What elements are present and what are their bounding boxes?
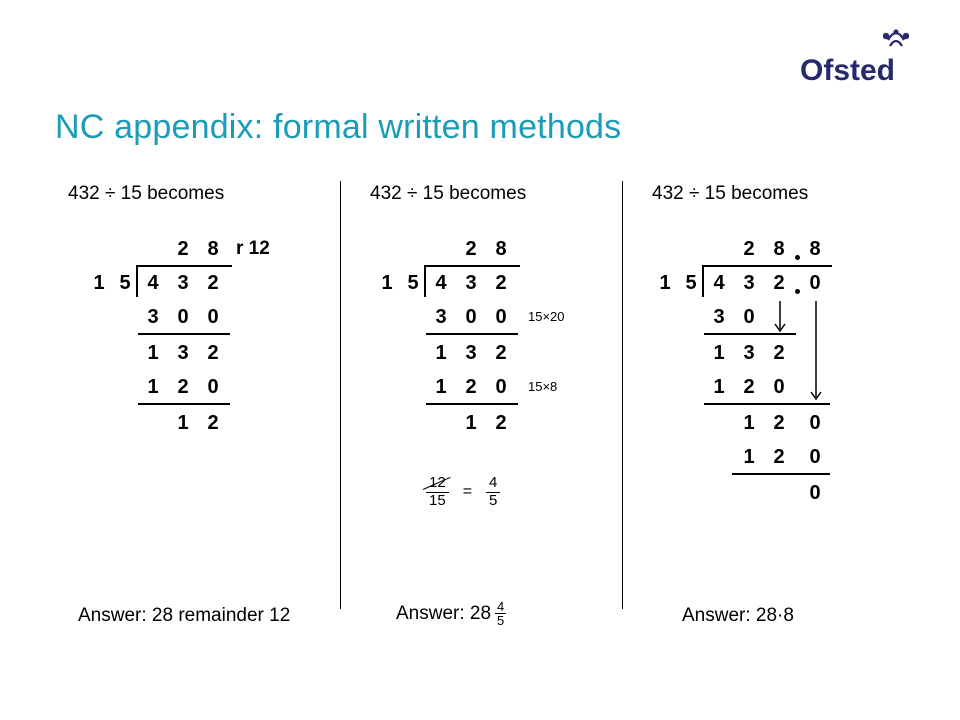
dividend-digit: 3 xyxy=(170,267,196,299)
divisor-digit: 5 xyxy=(678,267,704,299)
q-digit: 8 xyxy=(766,233,792,265)
content-area: 432 ÷ 15 becomes 2 8 r 12 1 5 4 3 2 3 0 … xyxy=(60,175,910,645)
divisor-digit: 5 xyxy=(112,267,138,299)
work-digit: 0 xyxy=(200,371,226,403)
work-digit: 1 xyxy=(140,337,166,369)
down-arrow-icon xyxy=(808,301,824,405)
work-digit: 0 xyxy=(802,441,828,473)
dividend-digit: 3 xyxy=(736,267,762,299)
method-3: 432 ÷ 15 becomes 2 8 8 1 5 4 3 2 0 3 0 1… xyxy=(622,175,910,645)
work-digit: 3 xyxy=(170,337,196,369)
work-digit: 1 xyxy=(736,441,762,473)
work-digit: 2 xyxy=(766,407,792,439)
work-digit: 0 xyxy=(488,371,514,403)
work-digit: 3 xyxy=(458,337,484,369)
side-note: 15×20 xyxy=(528,309,565,324)
q-digit: 8 xyxy=(802,233,828,265)
work-digit: 2 xyxy=(200,337,226,369)
work-digit: 2 xyxy=(488,337,514,369)
side-note: 15×8 xyxy=(528,379,557,394)
method-1: 432 ÷ 15 becomes 2 8 r 12 1 5 4 3 2 3 0 … xyxy=(60,175,340,645)
ofsted-logo: Ofsted xyxy=(800,28,920,103)
remainder-label: r 12 xyxy=(236,238,270,260)
work-digit: 1 xyxy=(458,407,484,439)
decimal-dot xyxy=(795,255,800,260)
dividend-digit: 2 xyxy=(488,267,514,299)
work-digit: 1 xyxy=(140,371,166,403)
q-digit: 2 xyxy=(458,233,484,265)
divisor-digit: 1 xyxy=(652,267,678,299)
work-digit: 1 xyxy=(428,337,454,369)
divider xyxy=(622,181,623,609)
q-digit: 8 xyxy=(200,233,226,265)
divisor-digit: 1 xyxy=(374,267,400,299)
work-digit: 2 xyxy=(488,407,514,439)
work-digit: 0 xyxy=(736,301,762,333)
dividend-digit: 3 xyxy=(458,267,484,299)
work-digit: 2 xyxy=(458,371,484,403)
work-digit: 1 xyxy=(706,371,732,403)
work-digit: 1 xyxy=(706,337,732,369)
long-division-2: 2 8 1 5 4 3 2 3 0 0 15×20 1 3 2 1 2 0 15… xyxy=(374,233,614,493)
answer-2: Answer: 28 4 5 xyxy=(396,600,506,627)
frac-bot: 5 xyxy=(489,493,497,510)
work-digit: 0 xyxy=(200,301,226,333)
work-digit: 2 xyxy=(170,371,196,403)
dividend-digit: 2 xyxy=(200,267,226,299)
equals: = xyxy=(463,483,472,501)
frac-bot: 15 xyxy=(429,493,446,510)
work-digit: 1 xyxy=(170,407,196,439)
work-digit: 0 xyxy=(458,301,484,333)
work-digit: 3 xyxy=(428,301,454,333)
work-digit: 0 xyxy=(802,407,828,439)
method-2: 432 ÷ 15 becomes 2 8 1 5 4 3 2 3 0 0 15×… xyxy=(340,175,622,645)
down-arrow-icon xyxy=(772,301,788,335)
heading-3: 432 ÷ 15 becomes xyxy=(652,183,902,205)
work-digit: 0 xyxy=(170,301,196,333)
q-digit: 2 xyxy=(170,233,196,265)
decimal-dot xyxy=(795,289,800,294)
heading-2: 432 ÷ 15 becomes xyxy=(370,183,614,205)
dividend-digit: 4 xyxy=(706,267,732,299)
dividend-digit: 4 xyxy=(428,267,454,299)
work-digit: 1 xyxy=(428,371,454,403)
answer-3: Answer: 28·8 xyxy=(682,605,794,627)
work-digit: 2 xyxy=(766,337,792,369)
divider xyxy=(340,181,341,609)
work-digit: 2 xyxy=(766,441,792,473)
frac-top: 4 xyxy=(486,475,500,493)
dividend-digit: 4 xyxy=(140,267,166,299)
answer-1: Answer: 28 remainder 12 xyxy=(78,605,290,627)
work-digit: 3 xyxy=(140,301,166,333)
work-digit: 3 xyxy=(706,301,732,333)
work-digit: 0 xyxy=(802,477,828,509)
long-division-3: 2 8 8 1 5 4 3 2 0 3 0 1 3 2 1 xyxy=(652,233,902,553)
dividend-digit: 2 xyxy=(766,267,792,299)
svg-text:Ofsted: Ofsted xyxy=(800,54,895,87)
work-digit: 0 xyxy=(766,371,792,403)
q-digit: 8 xyxy=(488,233,514,265)
answer-prefix: Answer: 28 xyxy=(396,603,491,625)
work-digit: 1 xyxy=(736,407,762,439)
work-digit: 2 xyxy=(200,407,226,439)
work-digit: 2 xyxy=(736,371,762,403)
work-digit: 0 xyxy=(488,301,514,333)
dividend-digit: 0 xyxy=(802,267,828,299)
divisor-digit: 1 xyxy=(86,267,112,299)
q-digit: 2 xyxy=(736,233,762,265)
slide-title: NC appendix: formal written methods xyxy=(55,108,621,147)
long-division-1: 2 8 r 12 1 5 4 3 2 3 0 0 1 3 2 1 2 0 1 2 xyxy=(86,233,306,493)
divisor-digit: 5 xyxy=(400,267,426,299)
heading-1: 432 ÷ 15 becomes xyxy=(68,183,332,205)
ans-frac-bot: 5 xyxy=(497,614,504,627)
fraction-reduction: 12 15 = 4 5 xyxy=(426,475,500,509)
work-digit: 3 xyxy=(736,337,762,369)
ans-frac-top: 4 xyxy=(495,600,506,614)
